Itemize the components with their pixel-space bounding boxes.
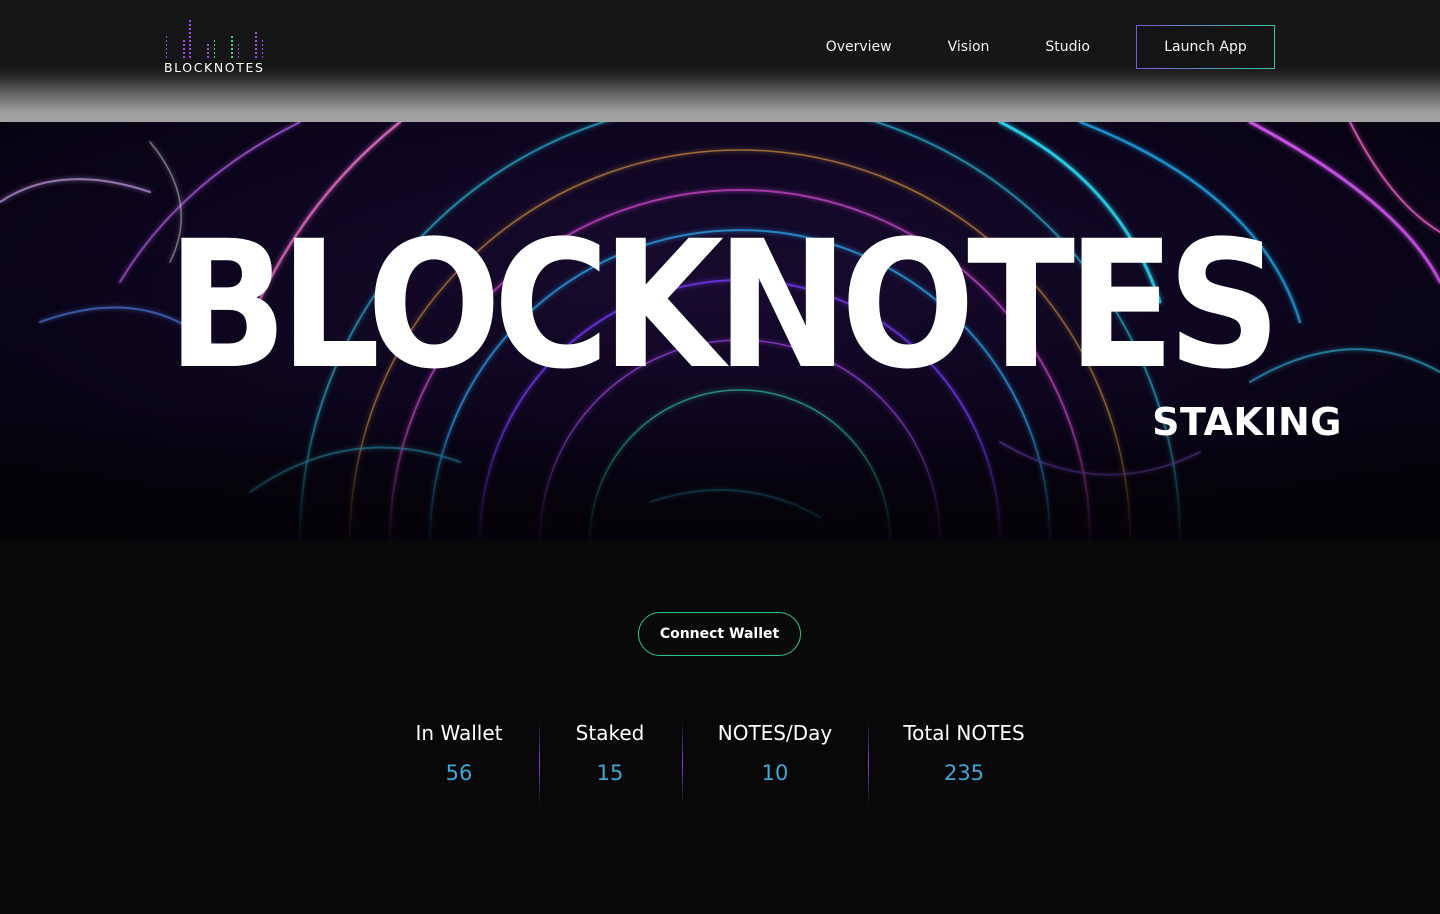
connect-wallet-button[interactable]: Connect Wallet [638,612,801,656]
stat-divider [682,720,683,806]
stat-value: 56 [445,761,473,785]
blocknotes-logo[interactable]: BLOCKNOTES [164,20,274,76]
site-header: BLOCKNOTES Overview Vision Studio Launch… [0,0,1440,122]
stat-label: Staked [575,721,645,745]
stat-label: In Wallet [415,721,503,745]
equalizer-logo-icon [166,20,265,58]
stat-value: 10 [761,761,789,785]
stat-divider [868,720,869,806]
stats-row: In Wallet 56 Staked 15 NOTES/Day 10 Tota… [0,720,1440,810]
main-nav: Overview Vision Studio Launch App [826,25,1275,69]
stat-notes-per-day: NOTES/Day 10 [704,720,846,786]
stat-divider [539,720,540,806]
stat-value: 235 [943,761,985,785]
stat-value: 15 [596,761,624,785]
hero-title: BLOCKNOTES [166,203,1281,408]
stat-label: NOTES/Day [717,721,833,745]
hero-subtitle: STAKING [1152,400,1342,444]
nav-vision[interactable]: Vision [948,39,990,55]
staking-panel: Connect Wallet In Wallet 56 Staked 15 NO… [0,540,1440,914]
stat-in-wallet: In Wallet 56 [404,720,514,786]
nav-overview[interactable]: Overview [826,39,892,55]
nav-studio[interactable]: Studio [1045,39,1090,55]
launch-app-button[interactable]: Launch App [1136,25,1275,69]
stat-staked: Staked 15 [560,720,660,786]
logo-wordmark: BLOCKNOTES [164,60,265,75]
hero-banner: BLOCKNOTES STAKING [0,122,1440,540]
stat-label: Total NOTES [903,721,1025,745]
stat-total-notes: Total NOTES 235 [888,720,1040,786]
